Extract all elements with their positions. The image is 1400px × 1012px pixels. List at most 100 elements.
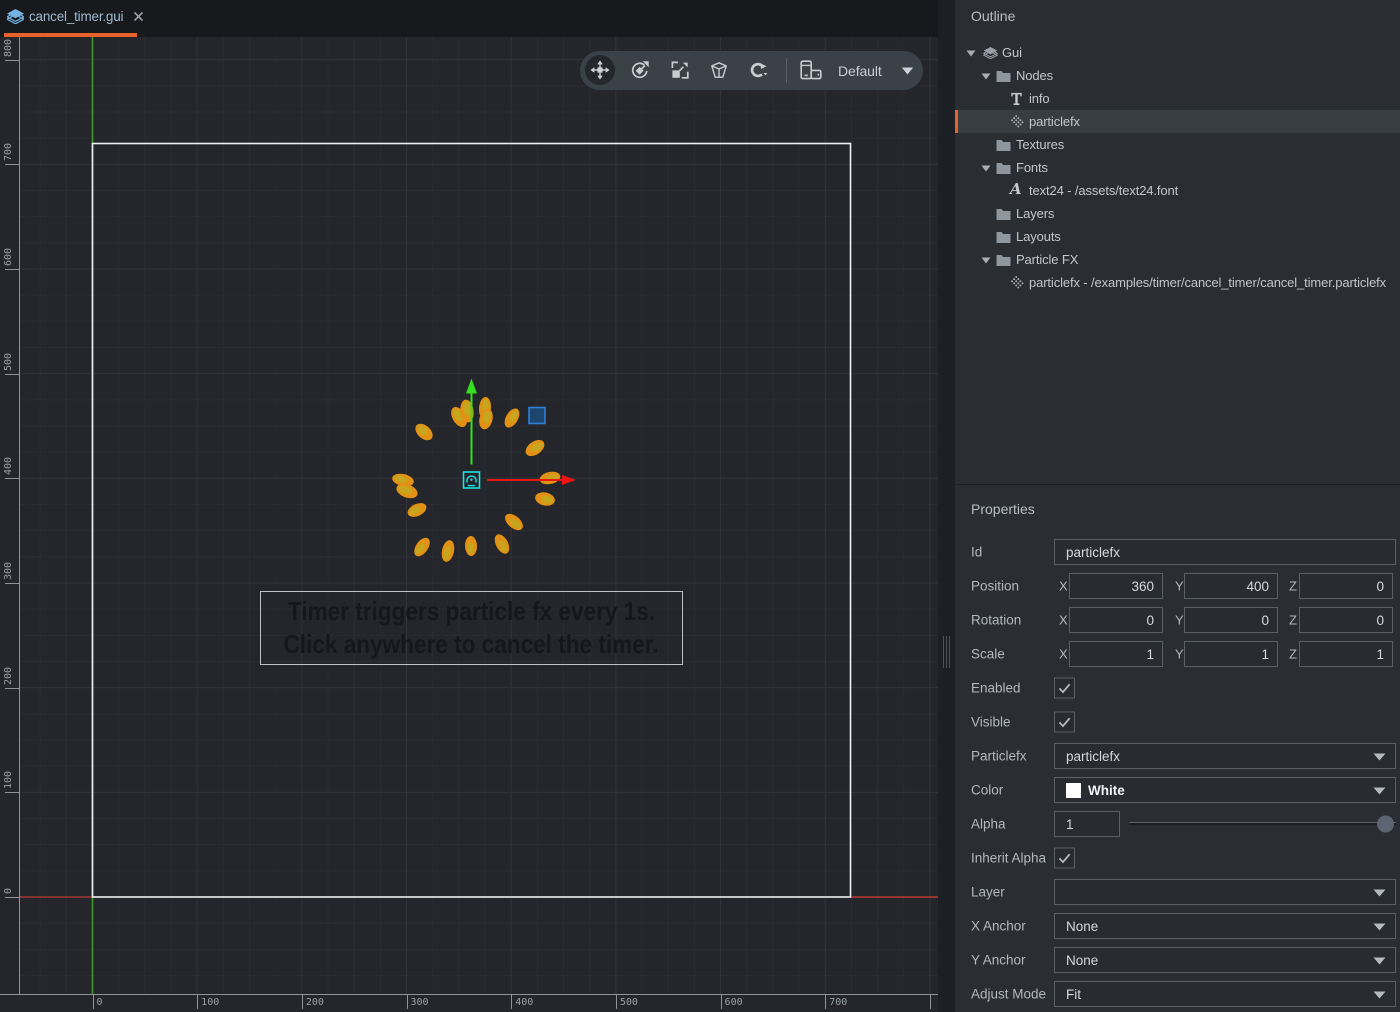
y-component-label: Y bbox=[1175, 647, 1184, 662]
tree-row-particlefx[interactable]: particlefx bbox=[955, 110, 1400, 133]
id-field[interactable]: particlefx bbox=[1054, 539, 1396, 565]
folder-icon bbox=[996, 231, 1011, 243]
expand-arrow-icon[interactable] bbox=[966, 50, 976, 57]
tree-row-particle-fx-folder[interactable]: Particle FX bbox=[955, 248, 1400, 271]
tree-label: Particle FX bbox=[1016, 252, 1078, 267]
enabled-checkbox[interactable] bbox=[1054, 678, 1075, 699]
scene-layer bbox=[0, 33, 938, 1012]
check-icon bbox=[1056, 850, 1073, 867]
folder-icon bbox=[996, 162, 1011, 174]
property-label: Color bbox=[971, 783, 1003, 798]
y-anchor-dropdown[interactable]: None bbox=[1054, 947, 1396, 973]
gui-text-line2: Click anywhere to cancel the timer. bbox=[284, 628, 659, 661]
scale-x-field[interactable]: 1 bbox=[1069, 641, 1163, 667]
scale-z-field[interactable]: 1 bbox=[1299, 641, 1393, 667]
camera-rotate-tool-button[interactable] bbox=[744, 55, 774, 85]
frustum-tool-button[interactable] bbox=[704, 55, 734, 85]
tree-label: Layouts bbox=[1016, 229, 1061, 244]
tree-row-info[interactable]: info bbox=[955, 87, 1400, 110]
adjust-mode-dropdown[interactable]: Fit bbox=[1054, 981, 1396, 1007]
color-dropdown[interactable]: White bbox=[1054, 777, 1396, 803]
ruler-label-h: 100 bbox=[201, 997, 219, 1008]
tree-row-nodes[interactable]: Nodes bbox=[955, 64, 1400, 87]
dropdown-caret-icon bbox=[1373, 889, 1386, 897]
scale-y-field[interactable]: 1 bbox=[1184, 641, 1278, 667]
alpha-slider-handle[interactable] bbox=[1377, 816, 1394, 833]
tree-row-text24-font[interactable]: A text24 - /assets/text24.font bbox=[955, 179, 1400, 202]
x-anchor-dropdown[interactable]: None bbox=[1054, 913, 1396, 939]
ruler-label-h: 600 bbox=[725, 997, 743, 1008]
tree-label: Fonts bbox=[1016, 160, 1048, 175]
tree-row-textures[interactable]: Textures bbox=[955, 133, 1400, 156]
tree-row-particlefx-resource[interactable]: particlefx - /examples/timer/cancel_time… bbox=[955, 271, 1400, 294]
frustum-icon bbox=[707, 58, 731, 82]
tree-label: Textures bbox=[1016, 137, 1064, 152]
alpha-field[interactable]: 1 bbox=[1054, 811, 1120, 837]
x-component-label: X bbox=[1059, 613, 1068, 628]
property-label: Rotation bbox=[971, 613, 1021, 628]
x-component-label: X bbox=[1059, 647, 1068, 662]
dropdown-value: White bbox=[1088, 783, 1125, 798]
rotate-tool-button[interactable] bbox=[625, 55, 655, 85]
expand-arrow-icon[interactable] bbox=[981, 73, 991, 80]
layout-selector-value[interactable]: Default bbox=[838, 51, 882, 90]
x-component-label: X bbox=[1059, 579, 1068, 594]
tree-label: Gui bbox=[1002, 45, 1022, 60]
tree-row-gui[interactable]: Gui bbox=[955, 41, 1400, 64]
ruler-tick bbox=[930, 994, 931, 1009]
layout-device-icon bbox=[799, 60, 823, 82]
ruler-tick bbox=[5, 478, 20, 479]
rotation-z-field[interactable]: 0 bbox=[1299, 607, 1393, 633]
tree-row-fonts[interactable]: Fonts bbox=[955, 156, 1400, 179]
folder-icon bbox=[996, 139, 1011, 151]
tree-row-layouts[interactable]: Layouts bbox=[955, 225, 1400, 248]
gui-bounds-rect bbox=[93, 144, 851, 898]
ruler-tick bbox=[5, 583, 20, 584]
ruler-tick bbox=[616, 994, 617, 1009]
color-swatch bbox=[1066, 783, 1081, 798]
property-label: Visible bbox=[971, 715, 1011, 730]
move-tool-button[interactable] bbox=[585, 55, 615, 85]
rotation-y-field[interactable]: 0 bbox=[1184, 607, 1278, 633]
ruler-label-v: 400 bbox=[3, 457, 14, 475]
position-z-field[interactable]: 0 bbox=[1299, 573, 1393, 599]
visible-checkbox[interactable] bbox=[1054, 712, 1075, 733]
scene-viewport[interactable]: Timer triggers particle fx every 1s. Cli… bbox=[0, 33, 938, 1012]
folder-icon bbox=[996, 208, 1011, 220]
tree-label: text24 - /assets/text24.font bbox=[1029, 183, 1178, 198]
ruler-tick bbox=[5, 374, 20, 375]
tree-row-layers[interactable]: Layers bbox=[955, 202, 1400, 225]
ruler-label-h: 700 bbox=[829, 997, 847, 1008]
ruler-tick bbox=[5, 688, 20, 689]
tab-cancel-timer-gui[interactable]: cancel_timer.gui bbox=[0, 0, 154, 33]
expand-arrow-icon[interactable] bbox=[981, 257, 991, 264]
move-gizmo[interactable] bbox=[464, 379, 577, 489]
ruler-label-h: 500 bbox=[620, 997, 638, 1008]
dropdown-caret-icon bbox=[1373, 753, 1386, 761]
property-label: Scale bbox=[971, 647, 1005, 662]
panel-splitter[interactable] bbox=[938, 0, 955, 1012]
ruler-label-v: 800 bbox=[3, 39, 14, 57]
alpha-slider-track[interactable] bbox=[1129, 822, 1396, 825]
tab-close-icon[interactable] bbox=[133, 11, 144, 22]
rotation-x-field[interactable]: 0 bbox=[1069, 607, 1163, 633]
tree-label: Layers bbox=[1016, 206, 1054, 221]
expand-arrow-icon[interactable] bbox=[981, 165, 991, 172]
layer-dropdown[interactable] bbox=[1054, 879, 1396, 905]
folder-icon bbox=[996, 254, 1011, 266]
scale-tool-button[interactable] bbox=[665, 55, 695, 85]
z-component-label: Z bbox=[1289, 613, 1297, 628]
xy-plane-handle[interactable] bbox=[529, 408, 545, 424]
inherit-alpha-checkbox[interactable] bbox=[1054, 848, 1075, 869]
position-y-field[interactable]: 400 bbox=[1184, 573, 1278, 599]
layout-caret-icon[interactable] bbox=[901, 67, 914, 75]
gui-text-node[interactable]: Timer triggers particle fx every 1s. Cli… bbox=[260, 591, 683, 665]
ruler-label-v: 700 bbox=[3, 143, 14, 161]
particlefx-icon bbox=[1011, 115, 1024, 128]
dropdown-caret-icon bbox=[1373, 957, 1386, 965]
position-x-field[interactable]: 360 bbox=[1069, 573, 1163, 599]
emitter-center-handle[interactable] bbox=[464, 472, 480, 488]
splitter-grip-icon[interactable] bbox=[943, 636, 952, 668]
particlefx-dropdown[interactable]: particlefx bbox=[1054, 743, 1396, 769]
defold-editor-window: Timer triggers particle fx every 1s. Cli… bbox=[0, 0, 1400, 1012]
